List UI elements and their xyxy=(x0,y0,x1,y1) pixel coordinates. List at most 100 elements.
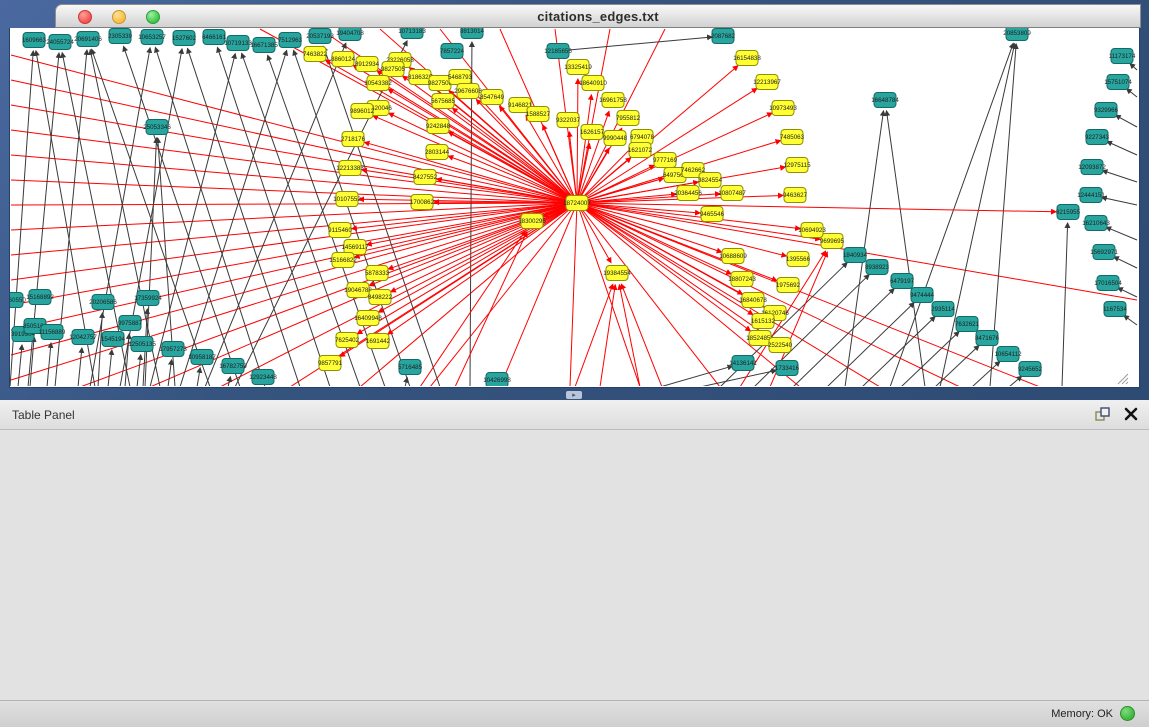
graph-node-10543382[interactable]: 10543382 xyxy=(364,76,392,91)
graph-node-10958187[interactable]: 10958187 xyxy=(188,350,216,365)
graph-node-10688609[interactable]: 10688609 xyxy=(719,249,747,264)
graph-node-17957273[interactable]: 17957273 xyxy=(159,342,187,357)
graph-node-18807243[interactable]: 18807243 xyxy=(728,272,756,287)
graph-node-16840678[interactable]: 16840678 xyxy=(739,293,767,308)
graph-node-9474444[interactable]: 9474444 xyxy=(910,288,935,303)
graph-node-9245652[interactable]: 9245652 xyxy=(1018,362,1043,377)
graph-node-10694923[interactable]: 10694923 xyxy=(798,223,826,238)
graph-node-1609663[interactable]: 1609663 xyxy=(22,33,47,48)
graph-node-15168892[interactable]: 15168892 xyxy=(26,290,54,305)
graph-node-12923448[interactable]: 12923448 xyxy=(249,370,277,385)
graph-node-18300295[interactable]: 18300295 xyxy=(518,214,546,229)
graph-node-5878333[interactable]: 5878333 xyxy=(365,266,390,281)
graph-node-1733416[interactable]: 1733416 xyxy=(775,361,800,376)
graph-node-15692971[interactable]: 15692971 xyxy=(1090,245,1118,260)
graph-node-1545194[interactable]: 1545194 xyxy=(101,332,126,347)
graph-node-12213383[interactable]: 12213383 xyxy=(336,161,364,176)
graph-node-9463627[interactable]: 9463627 xyxy=(783,188,808,203)
graph-node-9322037[interactable]: 9322037 xyxy=(556,113,581,128)
graph-node-12444151[interactable]: 12444151 xyxy=(1077,188,1105,203)
graph-node-9242848[interactable]: 9242848 xyxy=(426,119,451,134)
minimize-window-button[interactable] xyxy=(112,10,126,24)
graph-node-17016504[interactable]: 17016504 xyxy=(1094,276,1122,291)
graph-node-9115460[interactable]: 9115460 xyxy=(328,223,352,238)
graph-node-8427552[interactable]: 8427552 xyxy=(413,170,438,185)
graph-node-8938923[interactable]: 8938923 xyxy=(865,260,890,275)
graph-node-12185656[interactable]: 12185656 xyxy=(544,44,572,59)
graph-node-2935114[interactable]: 2935114 xyxy=(931,302,955,317)
graph-node-16961758[interactable]: 16961758 xyxy=(599,93,627,108)
graph-node-11156889[interactable]: 11156889 xyxy=(39,325,66,340)
graph-node-9975887[interactable]: 9975887 xyxy=(118,316,143,331)
graph-node-2803144[interactable]: 2803144 xyxy=(425,145,450,160)
graph-node-5675685[interactable]: 5675685 xyxy=(431,94,456,109)
graph-node-10807487[interactable]: 10807487 xyxy=(718,186,746,201)
graph-node-8215955[interactable]: 8215955 xyxy=(1056,205,1081,220)
graph-node-1588527[interactable]: 1588527 xyxy=(526,107,551,122)
graph-node-7857224[interactable]: 7857224 xyxy=(440,44,465,59)
graph-node-9827505[interactable]: 9827505 xyxy=(381,62,406,77)
graph-node-6479197[interactable]: 6479197 xyxy=(890,274,915,289)
graph-node-1700862[interactable]: 1700862 xyxy=(410,195,435,210)
graph-node-1691442[interactable]: 1691442 xyxy=(366,334,391,349)
graph-node-1615132[interactable]: 1615132 xyxy=(751,314,776,329)
graph-node-8547649[interactable]: 8547649 xyxy=(480,90,505,105)
graph-node-8813014[interactable]: 8813014 xyxy=(460,28,485,39)
graph-node-14136141[interactable]: 14136141 xyxy=(729,356,757,371)
graph-node-2305339[interactable]: 2305339 xyxy=(108,29,133,44)
graph-node-16409948[interactable]: 16409948 xyxy=(354,311,382,326)
graph-node-18724007[interactable]: 18724007 xyxy=(563,196,591,211)
graph-node-8498222[interactable]: 8498222 xyxy=(368,290,393,305)
graph-node-7512963[interactable]: 7512963 xyxy=(278,33,303,48)
graph-node-15751074[interactable]: 15751074 xyxy=(1104,75,1132,90)
graph-node-16154838[interactable]: 16154838 xyxy=(733,51,761,66)
graph-node-10653257[interactable]: 10653257 xyxy=(138,30,166,45)
close-window-button[interactable] xyxy=(78,10,92,24)
graph-node-7632621[interactable]: 7632621 xyxy=(955,317,980,332)
graph-node-20364456[interactable]: 20364456 xyxy=(674,186,702,201)
graph-node-10107552[interactable]: 10107552 xyxy=(333,192,361,207)
graph-node-5468793[interactable]: 5468793 xyxy=(448,70,473,85)
graph-node-29676608[interactable]: 29676608 xyxy=(454,84,482,99)
graph-node-1975692[interactable]: 1975692 xyxy=(776,278,801,293)
graph-node-12975115[interactable]: 12975115 xyxy=(783,158,811,173)
graph-node-10713183[interactable]: 10713183 xyxy=(398,28,426,39)
graph-node-12213967[interactable]: 12213967 xyxy=(753,75,781,90)
graph-node-8912934[interactable]: 8912934 xyxy=(355,57,380,72)
graph-node-16782759[interactable]: 16782759 xyxy=(219,359,247,374)
float-window-icon[interactable] xyxy=(1093,405,1111,428)
graph-node-20206586[interactable]: 20206586 xyxy=(89,295,117,310)
citation-network-graph[interactable]: 1609663 24055724 20691406 2305339 106532… xyxy=(10,28,1139,386)
graph-node-13325419[interactable]: 13325419 xyxy=(564,60,592,75)
graph-node-18640910[interactable]: 18640910 xyxy=(579,76,607,91)
graph-node-7463822[interactable]: 7463822 xyxy=(303,47,328,62)
graph-node-9329966[interactable]: 9329966 xyxy=(1094,103,1119,118)
graph-node-7485063[interactable]: 7485063 xyxy=(780,130,805,145)
graph-node-1621072[interactable]: 1621072 xyxy=(628,143,653,158)
panel-divider-handle[interactable]: ▸ xyxy=(566,391,582,399)
graph-node-17359924[interactable]: 17359924 xyxy=(134,291,162,306)
graph-node-12093872[interactable]: 12093872 xyxy=(1078,160,1106,175)
graph-node-1167534[interactable]: 1167534 xyxy=(1103,302,1127,317)
graph-node-9227343[interactable]: 9227343 xyxy=(1085,130,1110,145)
graph-node-19404708[interactable]: 19404708 xyxy=(336,28,364,41)
graph-node-9777169[interactable]: 9777169 xyxy=(653,153,678,168)
graph-node-24055724[interactable]: 24055724 xyxy=(46,35,74,50)
network-view-canvas[interactable]: 1609663 24055724 20691406 2305339 106532… xyxy=(9,28,1140,388)
graph-node-12042757[interactable]: 12042757 xyxy=(69,330,97,345)
network-window-titlebar[interactable]: citations_edges.txt xyxy=(55,4,1141,28)
graph-node-19384554[interactable]: 19384554 xyxy=(603,266,631,281)
graph-node-7955812[interactable]: 7955812 xyxy=(616,111,641,126)
graph-node-6466161[interactable]: 6466161 xyxy=(202,30,227,45)
graph-node-9465546[interactable]: 9465546 xyxy=(700,207,725,222)
graph-node-16210643[interactable]: 16210643 xyxy=(1082,216,1110,231)
graph-node-10654112[interactable]: 10654112 xyxy=(994,347,1022,362)
graph-node-5716485[interactable]: 5716485 xyxy=(398,360,423,375)
graph-node-8471676[interactable]: 8471676 xyxy=(975,331,1000,346)
graph-node-9896012[interactable]: 9896012 xyxy=(350,104,375,119)
graph-node-20691406[interactable]: 20691406 xyxy=(74,32,102,47)
graph-node-7625402[interactable]: 7625402 xyxy=(335,333,360,348)
graph-node-25053346[interactable]: 25053346 xyxy=(143,120,171,135)
graph-node-25160550[interactable]: 25160550 xyxy=(10,293,26,308)
graph-node-2718176[interactable]: 2718176 xyxy=(341,132,366,147)
